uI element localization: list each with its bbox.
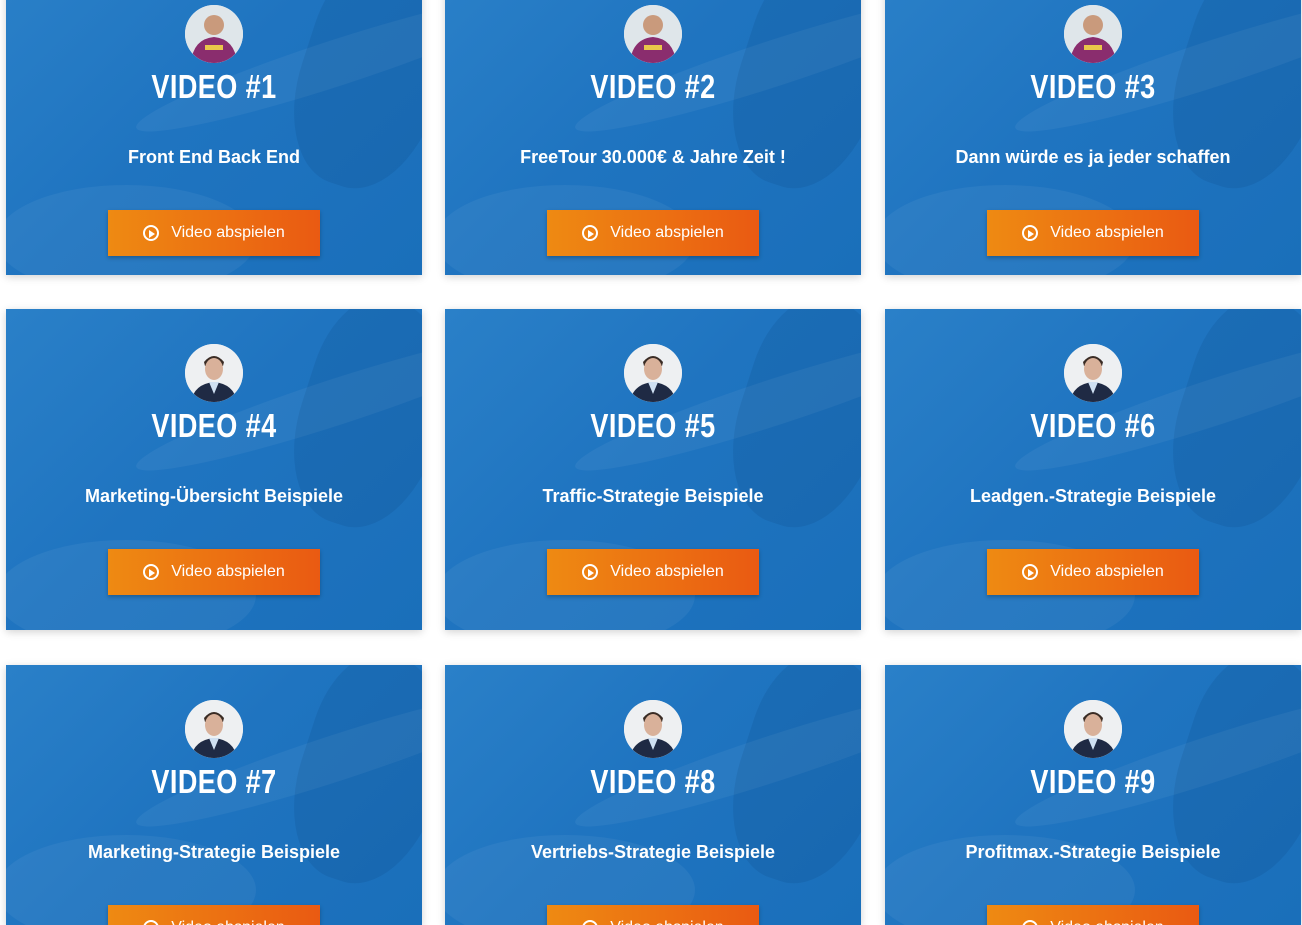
play-circle-icon xyxy=(143,564,160,580)
play-circle-icon xyxy=(582,920,599,925)
play-video-button-label: Video abspielen xyxy=(610,563,724,580)
video-title: VIDEO #2 xyxy=(590,68,716,105)
video-card-9: VIDEO #9 Profitmax.-Strategie Beispiele Vi… xyxy=(885,665,1301,925)
video-subtitle: Front End Back End xyxy=(127,147,300,167)
play-video-button[interactable]: Video abspielen xyxy=(987,210,1199,256)
play-video-button[interactable]: Video abspielen xyxy=(547,210,759,256)
video-card-6: VIDEO #6 Leadgen.-Strategie Beispiele Vide… xyxy=(885,309,1301,630)
play-video-button-label: Video abspielen xyxy=(171,905,285,925)
play-video-button[interactable]: Video abspielen xyxy=(987,905,1199,925)
presenter-avatar xyxy=(1064,700,1122,758)
play-video-button[interactable]: Video abspielen xyxy=(108,549,320,595)
video-card-3: VIDEO #3 Dann würde es ja jeder schaffen V… xyxy=(885,0,1301,275)
play-circle-icon xyxy=(582,225,599,241)
presenter-avatar xyxy=(624,5,682,63)
play-video-button-label: Video abspielen xyxy=(1050,563,1164,580)
presenter-avatar xyxy=(185,700,243,758)
video-grid: VIDEO #1 Front End Back End Video abspiele… xyxy=(0,0,1302,925)
video-title: VIDEO #8 xyxy=(590,763,716,800)
play-circle-icon xyxy=(1022,920,1039,925)
play-video-button-label: Video abspielen xyxy=(610,224,724,241)
presenter-avatar xyxy=(185,5,243,63)
presenter-avatar xyxy=(1064,5,1122,63)
play-video-button-label: Video abspielen xyxy=(171,563,285,580)
play-circle-icon xyxy=(143,920,160,925)
presenter-avatar xyxy=(1064,344,1122,402)
video-subtitle: Dann würde es ja jeder schaffen xyxy=(955,147,1231,167)
presenter-avatar xyxy=(624,700,682,758)
video-title: VIDEO #6 xyxy=(1030,407,1156,444)
presenter-avatar xyxy=(624,344,682,402)
play-video-button[interactable]: Video abspielen xyxy=(108,905,320,925)
video-subtitle: Profitmax.-Strategie Beispiele xyxy=(965,842,1221,862)
play-video-button[interactable]: Video abspielen xyxy=(108,210,320,256)
video-card-8: VIDEO #8 Vertriebs-Strategie Beispiele Vid… xyxy=(445,665,861,925)
video-subtitle: FreeTour 30.000€ & Jahre Zeit ! xyxy=(520,147,786,167)
play-video-button[interactable]: Video abspielen xyxy=(547,549,759,595)
video-title: VIDEO #5 xyxy=(590,407,716,444)
video-card-1: VIDEO #1 Front End Back End Video abspiele… xyxy=(6,0,422,275)
video-card-7: VIDEO #7 Marketing-Strategie Beispiele Vid… xyxy=(6,665,422,925)
video-card-2: VIDEO #2 FreeTour 30.000€ & Jahre Zeit ! V… xyxy=(445,0,861,275)
presenter-avatar xyxy=(185,344,243,402)
video-subtitle: Leadgen.-Strategie Beispiele xyxy=(969,486,1217,506)
video-title: VIDEO #9 xyxy=(1030,763,1156,800)
play-video-button-label: Video abspielen xyxy=(1050,224,1164,241)
video-subtitle: Marketing-Strategie Beispiele xyxy=(87,842,341,862)
play-circle-icon xyxy=(582,564,599,580)
play-circle-icon xyxy=(143,225,160,241)
video-card-5: VIDEO #5 Traffic-Strategie Beispiele Video… xyxy=(445,309,861,630)
video-title: VIDEO #3 xyxy=(1030,68,1156,105)
play-video-button[interactable]: Video abspielen xyxy=(547,905,759,925)
video-subtitle: Marketing-Übersicht Beispiele xyxy=(84,486,344,506)
video-title: VIDEO #7 xyxy=(151,763,277,800)
video-card-4: VIDEO #4 Marketing-Übersicht Beispiele Vid… xyxy=(6,309,422,630)
play-video-button[interactable]: Video abspielen xyxy=(987,549,1199,595)
play-circle-icon xyxy=(1022,564,1039,580)
play-video-button-label: Video abspielen xyxy=(610,905,724,925)
video-subtitle: Traffic-Strategie Beispiele xyxy=(542,486,764,506)
video-title: VIDEO #1 xyxy=(151,68,277,105)
play-circle-icon xyxy=(1022,225,1039,241)
video-subtitle: Vertriebs-Strategie Beispiele xyxy=(530,842,776,862)
play-video-button-label: Video abspielen xyxy=(171,224,285,241)
play-video-button-label: Video abspielen xyxy=(1050,905,1164,925)
video-title: VIDEO #4 xyxy=(151,407,277,444)
